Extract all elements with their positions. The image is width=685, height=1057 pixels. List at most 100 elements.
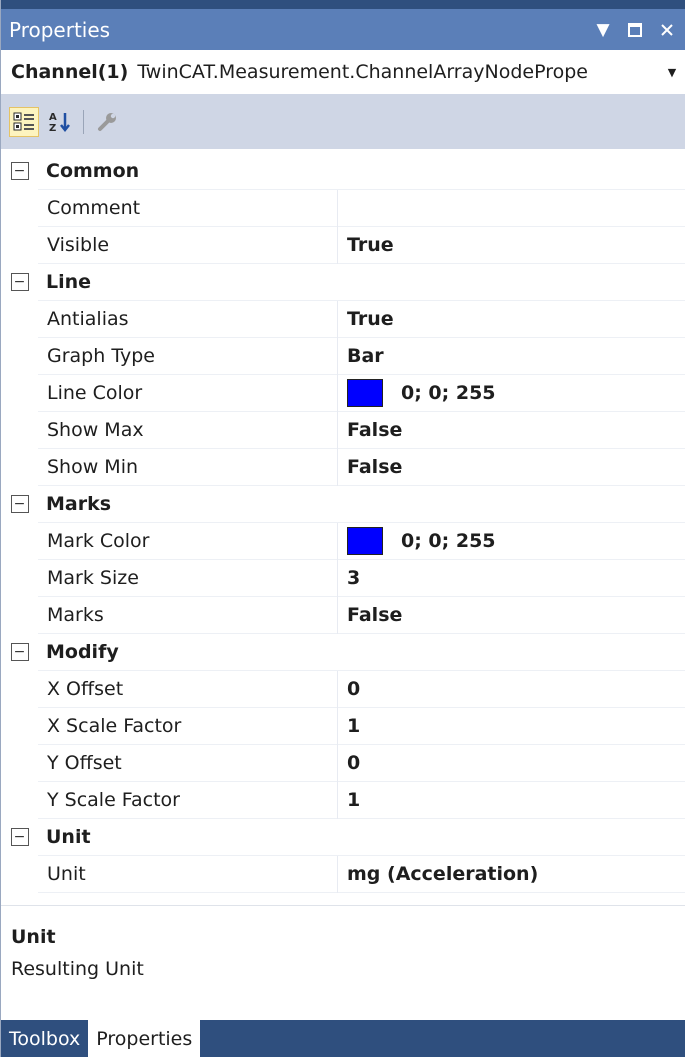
object-selector[interactable]: Channel(1) TwinCAT.Measurement.ChannelAr… [1, 50, 685, 94]
category-label: Modify [46, 641, 119, 663]
property-row[interactable]: Mark Color 0; 0; 255 [1, 522, 685, 560]
maximize-icon[interactable] [622, 17, 648, 43]
property-name: Comment [38, 189, 338, 227]
property-value[interactable]: False [338, 412, 685, 449]
property-value[interactable] [338, 190, 685, 227]
color-swatch [347, 379, 383, 407]
property-row[interactable]: Show Max False [1, 411, 685, 449]
object-dropdown-icon[interactable]: ▼ [662, 50, 682, 94]
property-pages-icon[interactable] [92, 107, 122, 137]
collapse-icon[interactable]: − [10, 495, 29, 513]
category-row-marks[interactable]: − Marks [1, 485, 685, 523]
tab-toolbox[interactable]: Toolbox [1, 1020, 88, 1057]
row-gutter [1, 300, 38, 338]
property-name: Mark Color [38, 522, 338, 560]
properties-toolbar: A Z [1, 94, 685, 149]
property-row[interactable]: X Scale Factor 1 [1, 707, 685, 745]
category-row-common[interactable]: − Common [1, 152, 685, 190]
category-row-unit[interactable]: − Unit [1, 818, 685, 856]
property-value[interactable]: 0 [338, 745, 685, 782]
property-row[interactable]: Graph Type Bar [1, 337, 685, 375]
property-value-text: False [347, 456, 403, 478]
row-gutter [1, 855, 38, 893]
property-value[interactable]: 1 [338, 708, 685, 745]
category-gutter: − [1, 818, 38, 856]
category-row-modify[interactable]: − Modify [1, 633, 685, 671]
tab-properties[interactable]: Properties [88, 1020, 201, 1057]
property-value[interactable]: False [338, 449, 685, 486]
property-row[interactable]: Comment [1, 189, 685, 227]
categorized-icon[interactable] [9, 106, 39, 137]
property-value-text: False [347, 419, 403, 441]
property-name: Unit [38, 855, 338, 893]
collapse-icon[interactable]: − [10, 162, 29, 180]
property-row[interactable]: Antialias True [1, 300, 685, 338]
alphabetical-icon[interactable]: A Z [45, 107, 75, 137]
row-gutter [1, 448, 38, 486]
property-value[interactable]: Bar [338, 338, 685, 375]
category-gutter: − [1, 263, 38, 301]
property-value-text: 1 [347, 715, 361, 737]
property-name: Show Min [38, 448, 338, 486]
window-title: Properties [9, 17, 111, 42]
property-name: Y Scale Factor [38, 781, 338, 819]
property-row[interactable]: Mark Size 3 [1, 559, 685, 597]
object-name: Channel(1) [11, 61, 129, 83]
property-value[interactable]: 0; 0; 255 [338, 523, 685, 560]
row-gutter [1, 522, 38, 560]
property-value-text: 1 [347, 789, 361, 811]
property-value[interactable]: 0; 0; 255 [338, 375, 685, 412]
property-name: Mark Size [38, 559, 338, 597]
tab-strip: Toolbox Properties [1, 1020, 685, 1057]
property-value[interactable]: True [338, 227, 685, 264]
collapse-icon[interactable]: − [10, 828, 29, 846]
property-value[interactable]: 0 [338, 671, 685, 708]
title-bar: Properties ▼ [1, 0, 685, 50]
row-gutter [1, 559, 38, 597]
property-row[interactable]: Unit mg (Acceleration) [1, 855, 685, 893]
property-row[interactable]: X Offset 0 [1, 670, 685, 708]
description-title: Unit [11, 926, 56, 948]
row-gutter [1, 411, 38, 449]
category-row-line[interactable]: − Line [1, 263, 685, 301]
category-gutter: − [1, 152, 38, 190]
property-value[interactable]: False [338, 597, 685, 634]
property-row[interactable]: Marks False [1, 596, 685, 634]
row-gutter [1, 670, 38, 708]
property-row[interactable]: Show Min False [1, 448, 685, 486]
property-row[interactable]: Visible True [1, 226, 685, 264]
property-value[interactable]: mg (Acceleration) [338, 856, 685, 893]
chevron-down-icon[interactable]: ▼ [590, 17, 616, 43]
row-gutter [1, 707, 38, 745]
property-value[interactable]: 1 [338, 782, 685, 819]
property-value-text: 0 [347, 678, 361, 700]
property-value-text: Bar [347, 345, 384, 367]
property-value[interactable]: True [338, 301, 685, 338]
description-pane: Unit Resulting Unit [1, 905, 685, 1020]
collapse-icon[interactable]: − [10, 273, 29, 291]
row-gutter [1, 744, 38, 782]
category-label: Line [46, 271, 92, 293]
property-value-text: 0; 0; 255 [401, 382, 496, 404]
close-icon[interactable] [654, 17, 680, 43]
property-name: X Scale Factor [38, 707, 338, 745]
property-name: Line Color [38, 374, 338, 412]
property-name: Y Offset [38, 744, 338, 782]
row-gutter [1, 781, 38, 819]
property-row[interactable]: Y Offset 0 [1, 744, 685, 782]
property-value-text: 3 [347, 567, 361, 589]
property-value-text: 0; 0; 255 [401, 530, 496, 552]
svg-text:A: A [49, 112, 57, 123]
property-name: Antialias [38, 300, 338, 338]
property-value-text: True [347, 308, 394, 330]
collapse-icon[interactable]: − [10, 643, 29, 661]
property-row[interactable]: Line Color 0; 0; 255 [1, 374, 685, 412]
toolbar-separator [83, 109, 84, 134]
property-grid: − Common Comment Visible True − Line Antialias T… [1, 152, 685, 893]
category-label: Marks [46, 493, 112, 515]
property-value-text: mg (Acceleration) [347, 863, 539, 885]
property-row[interactable]: Y Scale Factor 1 [1, 781, 685, 819]
description-text: Resulting Unit [11, 958, 144, 980]
property-value[interactable]: 3 [338, 560, 685, 597]
property-name: Visible [38, 226, 338, 264]
